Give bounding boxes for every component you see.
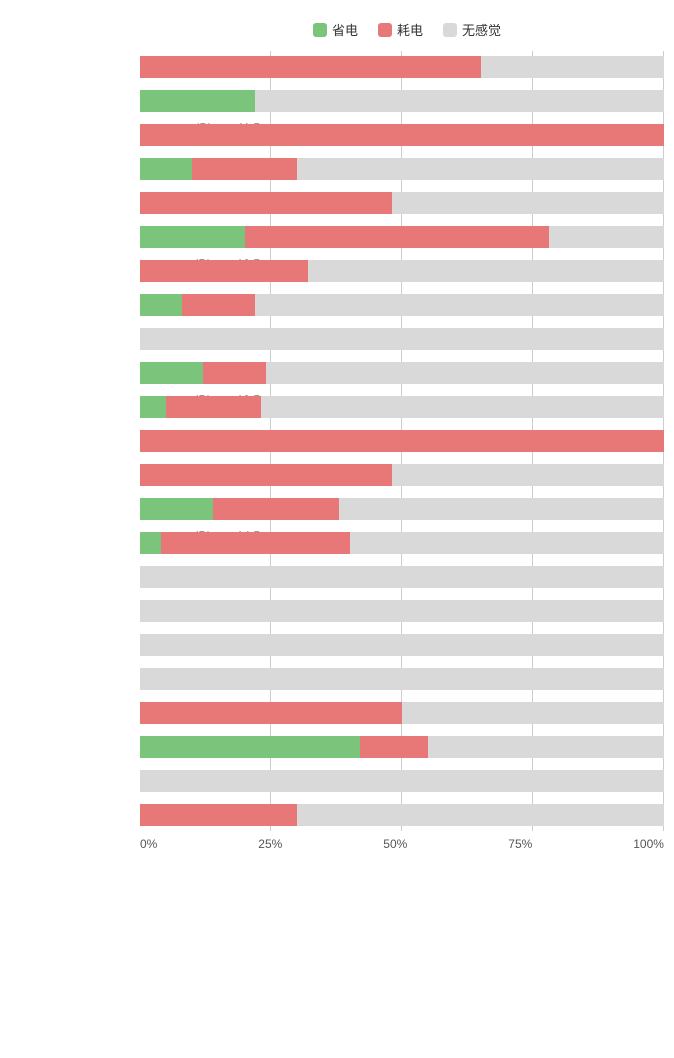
bar-row: iPhone 13 Pro	[140, 357, 664, 389]
bar-row: iPhone 8	[140, 561, 664, 593]
bar-track	[140, 498, 664, 520]
bar-segment-green	[140, 498, 213, 520]
bar-row: iPhone SE 第3代	[140, 663, 664, 695]
bar-row: iPhone 14 Plus	[140, 459, 664, 491]
legend-item: 无感觉	[443, 20, 501, 39]
bar-segment-red	[140, 464, 392, 486]
bar-track	[140, 192, 664, 214]
bar-track	[140, 430, 664, 452]
bar-row: iPhone XS	[140, 765, 664, 797]
bar-row: iPhone 13 mini	[140, 323, 664, 355]
bar-row: iPhone 8 Plus	[140, 595, 664, 627]
bar-segment-green	[140, 396, 166, 418]
bar-segment-red	[213, 498, 339, 520]
bar-track	[140, 56, 664, 78]
bar-segment-green	[140, 362, 203, 384]
x-axis-label: 75%	[508, 837, 532, 851]
bar-segment-red	[360, 736, 428, 758]
bar-track	[140, 804, 664, 826]
bar-segment-red	[140, 192, 392, 214]
bar-segment-red	[192, 158, 297, 180]
bar-row: iPhone 12 Pro	[140, 221, 664, 253]
bar-row: iPhone X	[140, 697, 664, 729]
bar-row: iPhone 14	[140, 425, 664, 457]
legend-color	[378, 23, 392, 37]
bar-row: iPhone 14 Pro Max	[140, 527, 664, 559]
bar-track	[140, 294, 664, 316]
bar-track	[140, 260, 664, 282]
bar-track	[140, 702, 664, 724]
bar-track	[140, 124, 664, 146]
bar-track	[140, 736, 664, 758]
legend-item: 耗电	[378, 20, 423, 39]
bar-segment-green	[140, 226, 245, 248]
bar-segment-red	[161, 532, 350, 554]
x-axis-label: 25%	[258, 837, 282, 851]
bar-row: iPhone 13 Pro Max	[140, 391, 664, 423]
bar-segment-green	[140, 158, 192, 180]
chart-area: iPhone 11iPhone 11 ProiPhone 11 Pro Maxi…	[0, 51, 674, 831]
bar-row: iPhone 11 Pro Max	[140, 119, 664, 151]
legend-label: 耗电	[397, 20, 423, 39]
bar-segment-red	[140, 56, 481, 78]
bar-row: iPhone 12 Pro Max	[140, 255, 664, 287]
bar-track	[140, 566, 664, 588]
bar-segment-green	[140, 90, 255, 112]
bar-segment-red	[166, 396, 260, 418]
bar-row: iPhone 12	[140, 153, 664, 185]
legend-label: 省电	[332, 20, 358, 39]
legend-color	[313, 23, 327, 37]
bar-segment-red	[182, 294, 255, 316]
x-axis: 0% 25% 50% 75% 100%	[0, 837, 674, 851]
bar-segment-red	[140, 260, 308, 282]
bar-track	[140, 668, 664, 690]
bar-segment-red	[140, 430, 664, 452]
bar-track	[140, 328, 664, 350]
bar-row: iPhone 14 Pro	[140, 493, 664, 525]
legend-item: 省电	[313, 20, 358, 39]
bar-segment-green	[140, 294, 182, 316]
bar-track	[140, 90, 664, 112]
bar-segment-green	[140, 532, 161, 554]
legend-label: 无感觉	[462, 20, 501, 39]
bar-track	[140, 396, 664, 418]
x-axis-label: 100%	[633, 837, 664, 851]
bar-track	[140, 634, 664, 656]
bar-row: iPhone 11	[140, 51, 664, 83]
bar-track	[140, 226, 664, 248]
bar-segment-red	[203, 362, 266, 384]
legend: 省电 耗电 无感觉	[140, 20, 674, 39]
bar-segment-red	[140, 124, 664, 146]
legend-color	[443, 23, 457, 37]
bar-track	[140, 362, 664, 384]
bar-row: iPhone 12 mini	[140, 187, 664, 219]
bar-track	[140, 158, 664, 180]
bar-row: iPhone XS Max	[140, 799, 664, 831]
bar-track	[140, 532, 664, 554]
bar-track	[140, 600, 664, 622]
chart-container: 省电 耗电 无感觉 iPhone 11iPhone 11 ProiPhone 11 …	[0, 10, 674, 881]
bar-track	[140, 770, 664, 792]
x-axis-label: 0%	[140, 837, 157, 851]
bar-track	[140, 464, 664, 486]
x-axis-label: 50%	[383, 837, 407, 851]
bar-segment-red	[140, 804, 297, 826]
bar-segment-red	[140, 702, 402, 724]
bar-row: iPhone 11 Pro	[140, 85, 664, 117]
bar-row: iPhone SE 第2代	[140, 629, 664, 661]
bar-segment-green	[140, 736, 360, 758]
bar-row: iPhone XR	[140, 731, 664, 763]
bar-segment-red	[245, 226, 549, 248]
bar-row: iPhone 13	[140, 289, 664, 321]
